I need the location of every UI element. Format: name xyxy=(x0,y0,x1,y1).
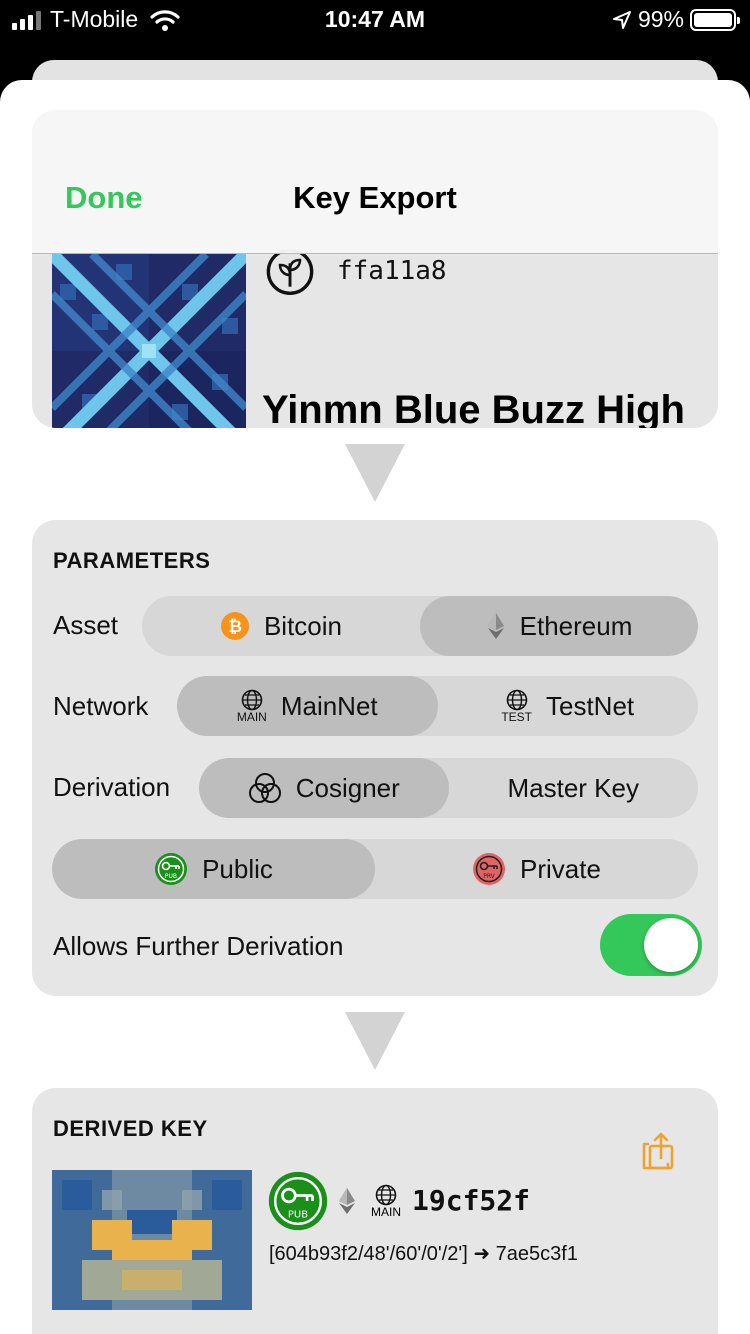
derived-key-type-badge: PUB xyxy=(288,1209,308,1220)
seed-card: ffa11a8 Yinmn Blue Buzz High Done Key Ex… xyxy=(32,110,718,428)
svg-text:₿: ₿ xyxy=(228,617,242,637)
down-arrow-icon xyxy=(345,444,405,502)
seed-name: Yinmn Blue Buzz High xyxy=(262,388,685,428)
status-bar: T-Mobile 10:47 AM 99% xyxy=(0,0,750,42)
derivation-option-master-key[interactable]: Master Key xyxy=(449,758,699,818)
parameters-title: PARAMETERS xyxy=(53,548,211,573)
derivation-option-cosigner[interactable]: Cosigner xyxy=(199,758,449,818)
status-right: 99% xyxy=(612,6,740,33)
battery-percent: 99% xyxy=(637,6,684,32)
key-type-option-public[interactable]: PUB Public xyxy=(52,839,375,899)
derived-key-title: DERIVED KEY xyxy=(53,1116,208,1141)
globe-test-icon: TEST xyxy=(501,689,532,723)
network-label: Network xyxy=(53,691,149,721)
globe-main-icon: MAIN xyxy=(371,1184,401,1218)
key-type-option-public-label: Public xyxy=(202,853,273,884)
seed-identifier: ffa11a8 xyxy=(337,256,447,286)
derived-key-card: DERIVED KEY PUB MAIN 19cf52f [604b93f2/4… xyxy=(32,1088,718,1334)
asset-label: Asset xyxy=(53,610,119,640)
asset-option-ethereum-label: Ethereum xyxy=(519,610,633,641)
ethereum-icon xyxy=(337,1186,357,1216)
derived-key-badges: PUB MAIN xyxy=(267,1170,401,1232)
network-option-mainnet-label: MainNet xyxy=(280,690,378,721)
public-key-icon: PUB xyxy=(267,1170,329,1232)
network-badge-test: TEST xyxy=(501,710,532,724)
derivation-label: Derivation xyxy=(53,772,171,802)
asset-option-bitcoin-label: Bitcoin xyxy=(263,610,343,641)
public-key-badge: PUB xyxy=(165,873,177,880)
battery-icon xyxy=(690,8,740,31)
asset-picker: ₿ Bitcoin Ethereum xyxy=(142,596,698,656)
location-arrow-icon xyxy=(612,10,631,29)
globe-main-icon: MAIN xyxy=(237,689,267,723)
derived-key-lifehash-image xyxy=(52,1170,252,1310)
private-key-icon: PRV xyxy=(472,852,506,886)
seed-leaf-icon xyxy=(266,250,314,295)
derived-key-network-badge: MAIN xyxy=(371,1205,401,1219)
key-type-picker: PUB Public PRV Private xyxy=(52,839,698,899)
private-key-badge: PRV xyxy=(483,873,495,880)
ethereum-icon xyxy=(486,611,506,641)
down-arrow-icon xyxy=(345,1012,405,1070)
derivation-option-master-key-label: Master Key xyxy=(507,772,640,803)
network-option-testnet[interactable]: TEST TestNet xyxy=(438,676,699,736)
derivation-picker: Cosigner Master Key xyxy=(199,758,698,818)
page-title: Key Export xyxy=(293,180,457,215)
network-option-mainnet[interactable]: MAIN MainNet xyxy=(177,676,438,736)
key-type-option-private-label: Private xyxy=(520,853,601,884)
cosigner-icon xyxy=(248,772,282,804)
derived-key-identifier: 19cf52f xyxy=(412,1184,531,1217)
share-icon[interactable] xyxy=(638,1130,678,1174)
navigation-bar: Done Key Export xyxy=(32,110,718,254)
network-badge-main: MAIN xyxy=(236,710,267,724)
asset-option-bitcoin[interactable]: ₿ Bitcoin xyxy=(142,596,420,656)
network-picker: MAIN MainNet TEST TestNet xyxy=(177,676,698,736)
further-derivation-label: Allows Further Derivation xyxy=(53,931,344,961)
seed-lifehash-image xyxy=(52,254,246,428)
asset-option-ethereum[interactable]: Ethereum xyxy=(420,596,698,656)
public-key-icon: PUB xyxy=(154,852,188,886)
bitcoin-icon: ₿ xyxy=(220,611,250,641)
key-type-option-private[interactable]: PRV Private xyxy=(375,839,698,899)
parameters-card: PARAMETERS Asset ₿ Bitcoin Ethereum Deri… xyxy=(32,520,718,996)
key-export-sheet: ffa11a8 Yinmn Blue Buzz High Done Key Ex… xyxy=(0,80,750,1334)
further-derivation-toggle[interactable] xyxy=(600,914,702,976)
toggle-knob xyxy=(644,918,698,972)
derivation-option-cosigner-label: Cosigner xyxy=(295,772,400,803)
network-option-testnet-label: TestNet xyxy=(546,690,635,721)
derived-key-path: [604b93f2/48'/60'/0'/2'] ➜ 7ae5c3f1 xyxy=(269,1243,578,1265)
